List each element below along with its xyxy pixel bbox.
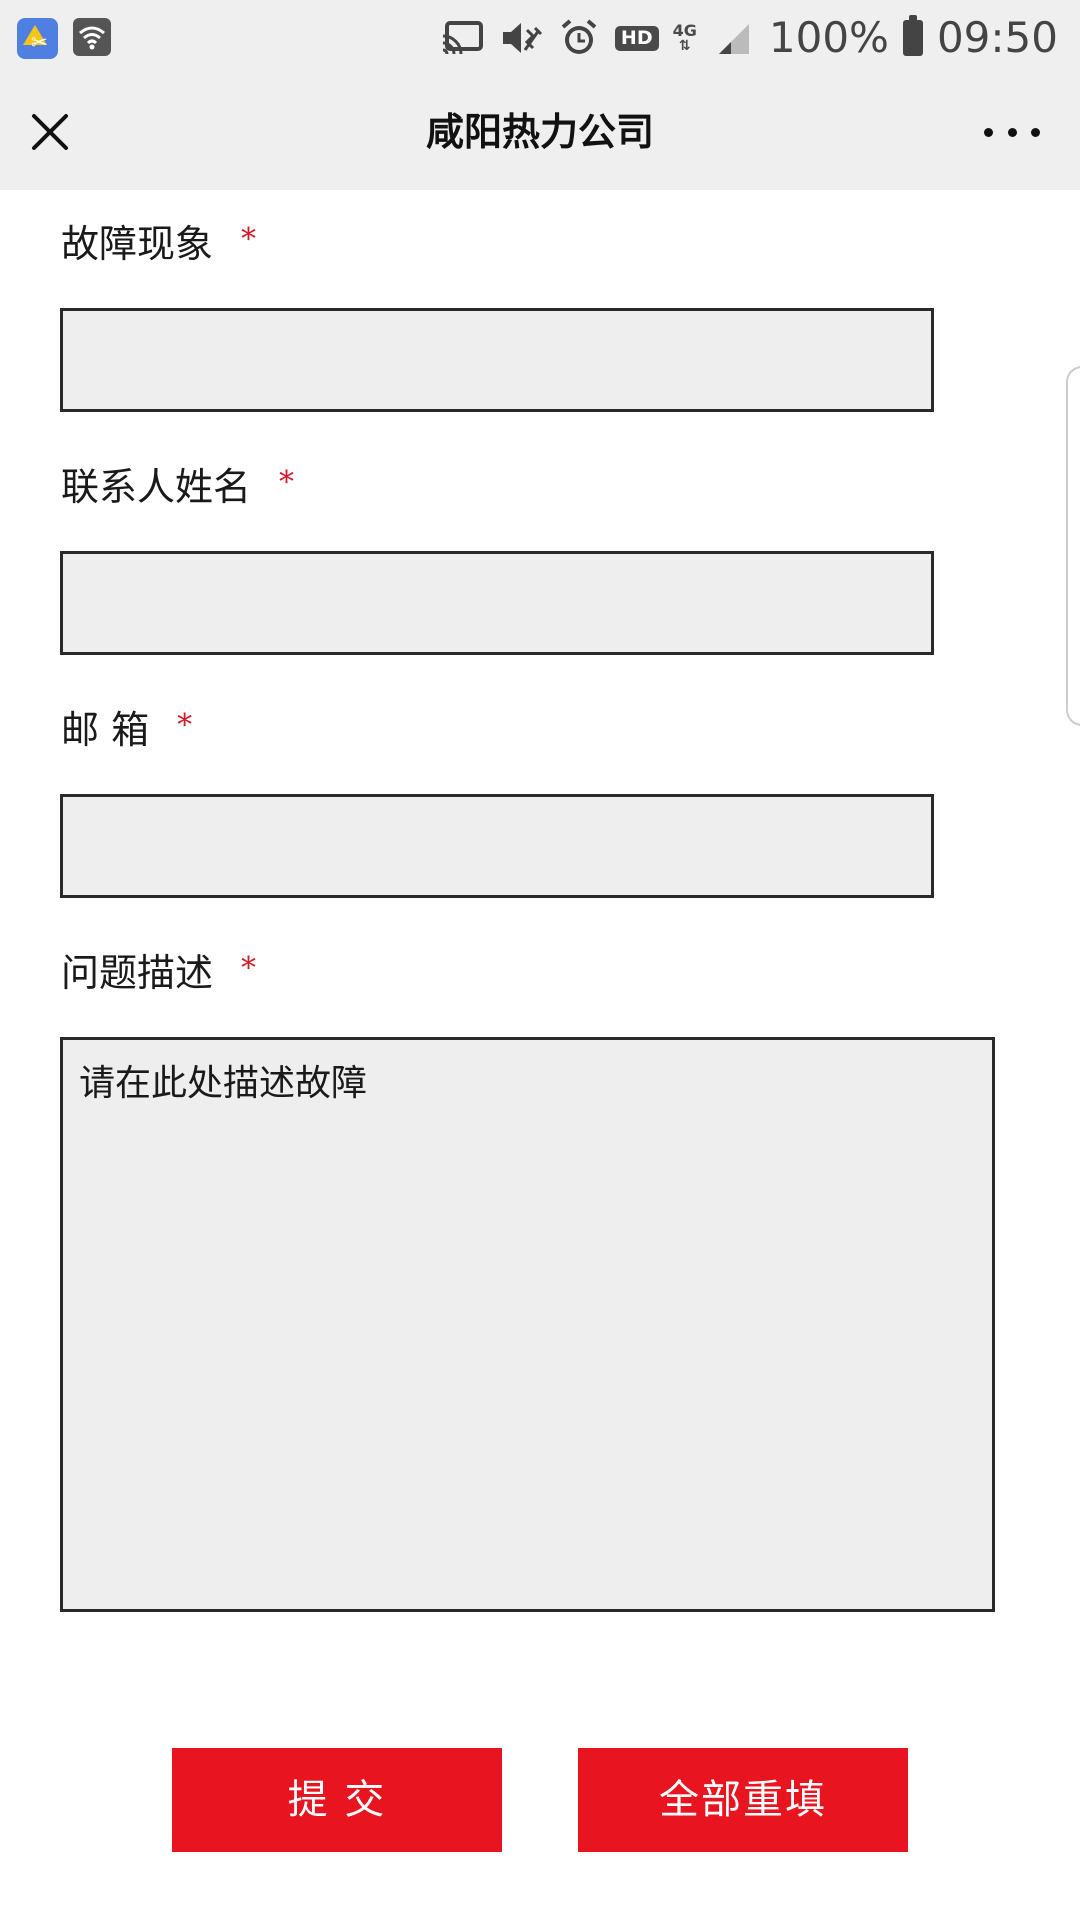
alarm-icon (557, 18, 601, 58)
contact-name-label: 联系人姓名 * (61, 459, 294, 511)
contact-name-input[interactable] (60, 551, 934, 655)
status-bar: ✂ HD 4G ⇅ 100% 09:50 (0, 0, 1080, 74)
reset-all-button[interactable]: 全部重填 (578, 1748, 908, 1852)
fault-symptom-label: 故障现象 * (61, 216, 256, 268)
more-dot (1007, 127, 1017, 137)
status-icons: HD 4G ⇅ 100% 09:50 (441, 8, 1058, 68)
email-label: 邮 箱 * (61, 702, 192, 754)
required-mark: * (279, 465, 295, 500)
required-mark: * (241, 222, 257, 257)
email-label-text: 邮 箱 (61, 708, 150, 752)
battery-percent: 100% (768, 13, 889, 62)
hd-icon: HD (614, 25, 659, 51)
required-mark: * (177, 708, 193, 743)
more-dot (1031, 127, 1040, 137)
network-4g-icon: 4G ⇅ (672, 21, 697, 54)
close-icon[interactable] (26, 108, 74, 156)
vibrate-icon (499, 18, 543, 58)
network-label: 4G (672, 21, 697, 40)
contact-name-label-text: 联系人姓名 (61, 465, 252, 509)
clock: 09:50 (936, 13, 1058, 62)
description-textarea[interactable] (60, 1037, 995, 1612)
battery-icon (902, 15, 923, 56)
page-title: 咸阳热力公司 (425, 110, 654, 154)
scroll-indicator[interactable] (1066, 366, 1080, 726)
email-input[interactable] (60, 794, 934, 898)
cast-icon (441, 18, 485, 58)
more-dot (984, 127, 993, 137)
wifi-icon (73, 18, 111, 56)
fault-symptom-label-text: 故障现象 (61, 222, 214, 266)
description-label: 问题描述 * (61, 945, 256, 997)
signal-icon (711, 18, 755, 58)
description-label-text: 问题描述 (61, 951, 214, 995)
title-bar: 咸阳热力公司 (0, 74, 1080, 190)
required-mark: * (241, 951, 257, 986)
submit-button[interactable]: 提 交 (172, 1748, 502, 1852)
fault-symptom-input[interactable] (60, 308, 934, 412)
more-icon[interactable] (984, 114, 1040, 150)
screenshot-app-icon: ✂ (17, 18, 58, 59)
